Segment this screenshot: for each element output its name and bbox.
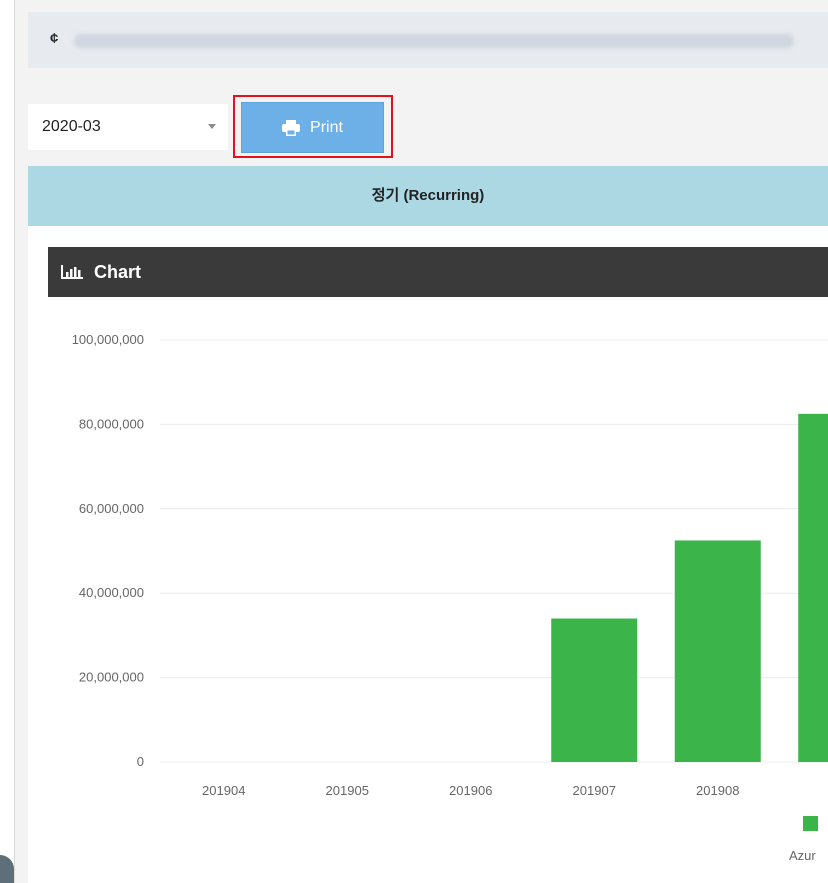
y-tick-label: 20,000,000 xyxy=(79,670,144,685)
bar[interactable] xyxy=(798,413,828,762)
y-tick-label: 100,000,000 xyxy=(72,332,144,347)
x-tick-label: 201906 xyxy=(449,783,492,798)
y-tick-label: 80,000,000 xyxy=(79,416,144,431)
y-tick-label: 60,000,000 xyxy=(79,501,144,516)
x-tick-label: 201907 xyxy=(573,783,616,798)
bar[interactable] xyxy=(674,540,761,762)
bar-chart: 100,000,000 80,000,000 60,000,000 40,000,00… xyxy=(72,332,828,863)
x-tick-label: 201904 xyxy=(202,783,245,798)
y-tick-label: 0 xyxy=(137,754,144,769)
y-tick-label: 40,000,000 xyxy=(79,585,144,600)
bar[interactable] xyxy=(551,618,638,762)
legend-label[interactable]: Azur xyxy=(789,848,816,863)
x-tick-label: 201905 xyxy=(326,783,369,798)
legend-swatch[interactable] xyxy=(803,816,818,831)
x-tick-label: 201908 xyxy=(696,783,739,798)
